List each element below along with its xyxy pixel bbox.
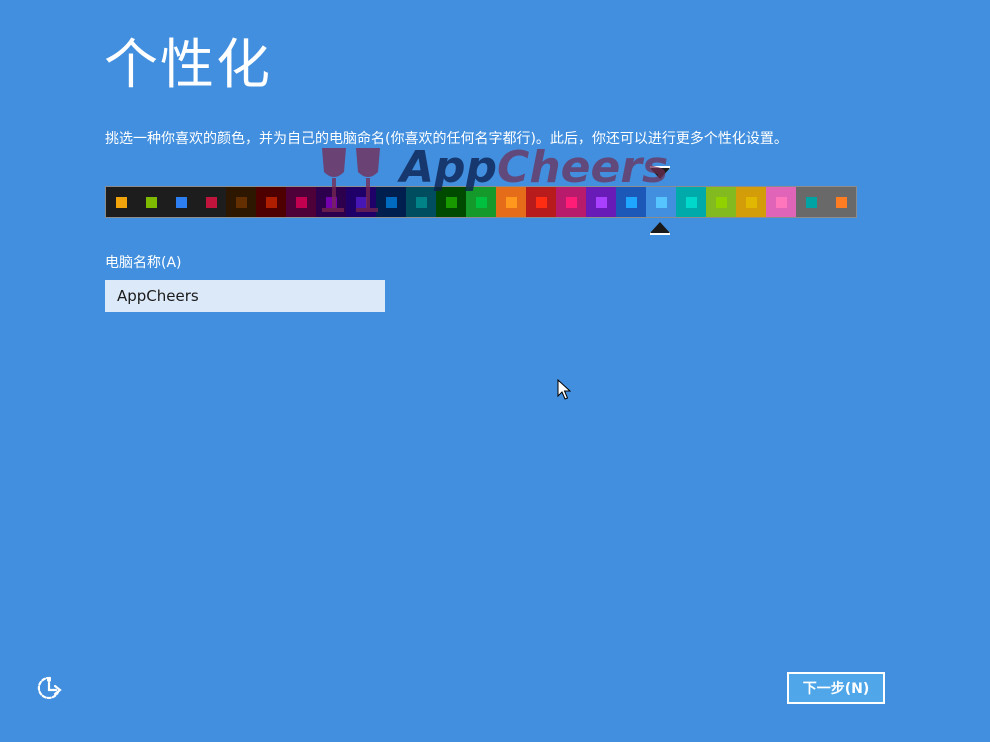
color-swatch[interactable] xyxy=(826,187,856,217)
color-swatch-chip xyxy=(626,197,637,208)
color-swatch-chip xyxy=(356,197,367,208)
color-swatch[interactable] xyxy=(136,187,166,217)
selection-arrow-up-icon xyxy=(650,222,670,233)
mouse-pointer-icon xyxy=(557,379,571,400)
color-swatch[interactable] xyxy=(316,187,346,217)
color-swatch-chip xyxy=(176,197,187,208)
color-swatch[interactable] xyxy=(616,187,646,217)
color-swatch[interactable] xyxy=(256,187,286,217)
color-swatch-chip xyxy=(146,197,157,208)
color-swatch[interactable] xyxy=(676,187,706,217)
color-swatch[interactable] xyxy=(406,187,436,217)
color-swatch-chip xyxy=(716,197,727,208)
color-swatch-chip xyxy=(746,197,757,208)
personalize-page: 个性化 挑选一种你喜欢的颜色，并为自己的电脑命名(你喜欢的任何名字都行)。此后，… xyxy=(0,0,990,742)
color-swatch[interactable] xyxy=(496,187,526,217)
color-swatch-chip xyxy=(536,197,547,208)
color-palette xyxy=(105,186,857,218)
color-swatch[interactable] xyxy=(586,187,616,217)
color-swatch[interactable] xyxy=(376,187,406,217)
page-description: 挑选一种你喜欢的颜色，并为自己的电脑命名(你喜欢的任何名字都行)。此后，你还可以… xyxy=(105,131,788,147)
color-swatch[interactable] xyxy=(766,187,796,217)
color-swatch-chip xyxy=(116,197,127,208)
color-swatch[interactable] xyxy=(106,187,136,217)
color-swatch-chip xyxy=(206,197,217,208)
color-swatch-chip xyxy=(686,197,697,208)
ease-of-access-icon[interactable] xyxy=(36,674,64,702)
color-swatch-chip xyxy=(386,197,397,208)
next-button[interactable]: 下一步(N) xyxy=(787,672,885,704)
color-swatch-chip xyxy=(596,197,607,208)
color-swatch[interactable] xyxy=(196,187,226,217)
color-swatch-chip xyxy=(836,197,847,208)
color-swatch-chip xyxy=(806,197,817,208)
selection-arrow-down-icon xyxy=(650,168,670,179)
color-swatch[interactable] xyxy=(166,187,196,217)
color-swatch-chip xyxy=(446,197,457,208)
color-swatch[interactable] xyxy=(346,187,376,217)
color-swatch-chip xyxy=(326,197,337,208)
color-swatch-chip xyxy=(476,197,487,208)
color-swatch-chip xyxy=(656,197,667,208)
color-swatch[interactable] xyxy=(526,187,556,217)
color-swatch-chip xyxy=(266,197,277,208)
color-swatch[interactable] xyxy=(556,187,586,217)
color-swatch[interactable] xyxy=(646,187,676,217)
color-swatch-chip xyxy=(506,197,517,208)
color-swatch[interactable] xyxy=(436,187,466,217)
page-title: 个性化 xyxy=(104,33,272,96)
color-swatch-chip xyxy=(776,197,787,208)
color-swatch[interactable] xyxy=(706,187,736,217)
color-swatch[interactable] xyxy=(226,187,256,217)
color-swatch-chip xyxy=(296,197,307,208)
color-swatch-chip xyxy=(416,197,427,208)
computer-name-input[interactable] xyxy=(105,280,385,312)
color-swatch-chip xyxy=(236,197,247,208)
color-swatch[interactable] xyxy=(286,187,316,217)
computer-name-label: 电脑名称(A) xyxy=(105,255,182,271)
color-swatch[interactable] xyxy=(736,187,766,217)
color-swatch-chip xyxy=(566,197,577,208)
color-swatch[interactable] xyxy=(796,187,826,217)
color-swatch[interactable] xyxy=(466,187,496,217)
